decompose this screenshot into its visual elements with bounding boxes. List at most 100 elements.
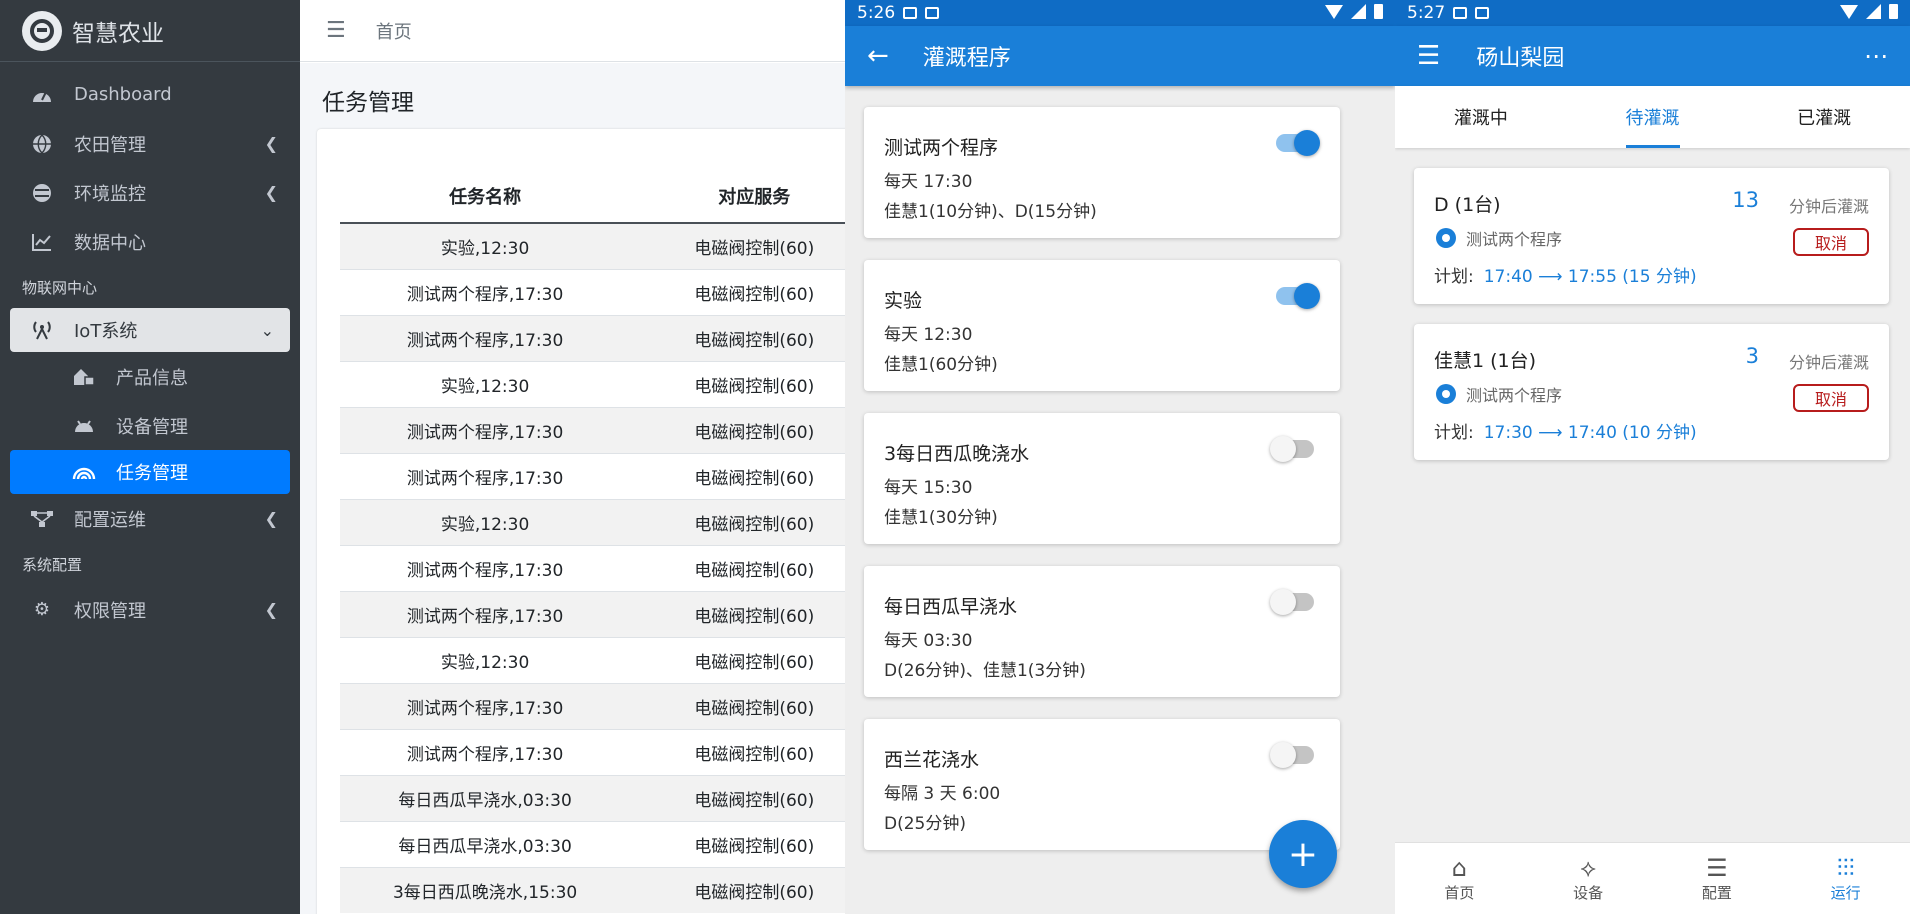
bottom-nav-config[interactable]: ☰ 配置	[1653, 843, 1782, 914]
chevron-down-icon: ⌄	[260, 320, 274, 340]
tab-irrigating[interactable]: 灌溉中	[1395, 86, 1567, 148]
brand[interactable]: 智慧农业	[0, 0, 300, 62]
table-row[interactable]: 实验,12:30电磁阀控制(60)36	[340, 222, 900, 269]
plan-time: 17:40 ⟶ 17:55 (15 分钟)	[1483, 267, 1697, 287]
sidebar-item-product[interactable]: 产品信息	[0, 352, 300, 401]
cell-service: 电磁阀控制(60)	[630, 682, 879, 729]
sidebar-item-task[interactable]: 任务管理	[10, 450, 290, 494]
nav-header-sys: 系统配置	[22, 555, 83, 574]
table-row[interactable]: 3每日西瓜晚浇水,15:30电磁阀控制(60)18	[340, 866, 900, 913]
program-enable-toggle[interactable]	[1276, 283, 1320, 309]
column-header-service[interactable]: 对应服务	[630, 170, 879, 224]
image-icon	[925, 7, 940, 19]
sidebar-item-label: 环境监控	[74, 183, 146, 205]
back-arrow-icon[interactable]: ←	[867, 41, 889, 71]
message-icon	[903, 7, 918, 19]
program-card[interactable]: 测试两个程序 每天 17:30 佳慧1(10分钟)、D(15分钟)	[864, 107, 1340, 238]
screenshot-root: 智慧农业 Dashboard 农田管理 ❮ 环境监控 ❮ 数据中心 物联网中心 …	[0, 0, 1910, 914]
table-row[interactable]: 实验,12:30电磁阀控制(60)36	[340, 636, 900, 683]
table-row[interactable]: 测试两个程序,17:30电磁阀控制(60)60	[340, 452, 900, 499]
pending-irrigation-card[interactable]: D (1台) 13 分钟后灌溉 测试两个程序 取消 计划: 17:40 ⟶ 17:…	[1414, 168, 1889, 304]
chart-icon	[30, 230, 54, 254]
program-enable-toggle[interactable]	[1270, 589, 1314, 615]
product-icon	[72, 365, 96, 389]
table-row[interactable]: 测试两个程序,17:30电磁阀控制(60)90	[340, 682, 900, 729]
program-card[interactable]: 西兰花浇水 每隔 3 天 6:00 D(25分钟)	[864, 719, 1340, 850]
sidebar-item-label: 权限管理	[74, 600, 146, 622]
program-schedule: 每天 17:30	[884, 172, 973, 192]
table-row[interactable]: 测试两个程序,17:30电磁阀控制(60)90	[340, 406, 900, 453]
program-name: 3每日西瓜晚浇水	[884, 443, 1030, 465]
cell-service: 电磁阀控制(60)	[630, 636, 879, 683]
table-row[interactable]: 测试两个程序,17:30电磁阀控制(60)60	[340, 590, 900, 637]
cell-task-name: 测试两个程序,17:30	[340, 314, 631, 361]
nav-link-home[interactable]: 首页	[376, 18, 412, 44]
sidebar-item-env[interactable]: 环境监控 ❮	[0, 168, 300, 217]
more-options-icon[interactable]: ⋯	[1864, 42, 1888, 70]
cell-service: 电磁阀控制(60)	[630, 406, 879, 453]
sidebar-item-iot[interactable]: IoT系统 ⌄	[10, 308, 290, 352]
table-row[interactable]: 测试两个程序,17:30电磁阀控制(60)60	[340, 728, 900, 775]
column-header-task-name[interactable]: 任务名称	[340, 170, 631, 224]
add-program-button[interactable]: +	[1269, 820, 1337, 888]
cell-service: 电磁阀控制(60)	[630, 268, 879, 315]
table-row[interactable]: 实验,12:30电磁阀控制(60)36	[340, 360, 900, 407]
tab-done[interactable]: 已灌溉	[1738, 86, 1910, 148]
gear-icon	[1436, 228, 1456, 248]
cell-service: 电磁阀控制(60)	[630, 222, 879, 269]
sidebar-item-ops[interactable]: 配置运维 ❮	[0, 494, 300, 543]
table-row[interactable]: 实验,12:30电磁阀控制(60)36	[340, 498, 900, 545]
app-bar: ☰ 砀山梨园 ⋯	[1395, 26, 1910, 86]
cell-service: 电磁阀控制(60)	[630, 866, 879, 913]
plan-row: 计划: 17:40 ⟶ 17:55 (15 分钟)	[1434, 262, 1697, 287]
program-schedule: 每天 12:30	[884, 325, 973, 345]
valve-group-title: 佳慧1 (1台)	[1434, 350, 1537, 372]
cancel-button[interactable]: 取消	[1793, 384, 1869, 412]
table-row[interactable]: 测试两个程序,17:30电磁阀控制(60)60	[340, 314, 900, 361]
program-name: 测试两个程序	[884, 137, 999, 159]
plan-label: 计划:	[1434, 267, 1474, 287]
program-enable-toggle[interactable]	[1270, 742, 1314, 768]
irrigation-tabs: 灌溉中 待灌溉 已灌溉	[1395, 86, 1910, 148]
sidebar-item-device[interactable]: 设备管理	[0, 401, 300, 450]
sidebar-item-farm[interactable]: 农田管理 ❮	[0, 119, 300, 168]
pending-irrigation-card[interactable]: 佳慧1 (1台) 3 分钟后灌溉 测试两个程序 取消 计划: 17:30 ⟶ 17…	[1414, 324, 1889, 460]
radar-icon	[30, 181, 54, 205]
cell-task-name: 每日西瓜早浇水,03:30	[340, 774, 631, 821]
program-enable-toggle[interactable]	[1276, 130, 1320, 156]
program-valves: D(25分钟)	[884, 814, 966, 834]
sidebar-item-data[interactable]: 数据中心	[0, 217, 300, 266]
sidebar-item-permission[interactable]: ⚙ 权限管理 ❮	[0, 585, 300, 634]
tab-pending[interactable]: 待灌溉	[1567, 86, 1739, 148]
program-enable-toggle[interactable]	[1270, 436, 1314, 462]
cell-task-name: 测试两个程序,17:30	[340, 452, 631, 499]
bottom-nav-device[interactable]: ⟡ 设备	[1524, 843, 1653, 914]
cell-service: 电磁阀控制(60)	[630, 728, 879, 775]
valve-group-title: D (1台)	[1434, 194, 1501, 216]
hamburger-menu-icon[interactable]: ☰	[1417, 41, 1440, 71]
sidebar-item-dashboard[interactable]: Dashboard	[0, 70, 300, 119]
bottom-nav-home[interactable]: ⌂ 首页	[1395, 843, 1524, 914]
program-card[interactable]: 3每日西瓜晚浇水 每天 15:30 佳慧1(30分钟)	[864, 413, 1340, 544]
cell-task-name: 实验,12:30	[340, 222, 631, 269]
plus-icon: +	[1287, 833, 1319, 875]
app-bar-title: 灌溉程序	[922, 46, 1011, 71]
table-row[interactable]: 测试两个程序,17:30电磁阀控制(60)90	[340, 268, 900, 315]
bottom-nav-run[interactable]: ⫶⫶⫶ 运行	[1781, 843, 1910, 914]
program-valves: 佳慧1(30分钟)	[884, 508, 998, 528]
table-row[interactable]: 测试两个程序,17:30电磁阀控制(60)90	[340, 544, 900, 591]
table-row[interactable]: 每日西瓜早浇水,03:30电磁阀控制(60)15	[340, 820, 900, 867]
hamburger-menu-icon[interactable]: ☰	[326, 18, 346, 43]
cell-task-name: 3每日西瓜晚浇水,15:30	[340, 866, 631, 913]
cancel-button[interactable]: 取消	[1793, 228, 1869, 256]
wifi-icon	[1840, 4, 1858, 19]
chevron-left-icon: ❮	[264, 509, 278, 528]
status-bar: 5:26	[845, 0, 1395, 26]
program-card[interactable]: 每日西瓜早浇水 每天 03:30 D(26分钟)、佳慧1(3分钟)	[864, 566, 1340, 697]
plan-label: 计划:	[1434, 423, 1474, 443]
device-tree-icon: ⟡	[1580, 854, 1597, 882]
table-row[interactable]: 每日西瓜早浇水,03:30电磁阀控制(60)18	[340, 774, 900, 821]
battery-icon	[1889, 4, 1898, 19]
chevron-left-icon: ❮	[264, 183, 278, 202]
program-card[interactable]: 实验 每天 12:30 佳慧1(60分钟)	[864, 260, 1340, 391]
